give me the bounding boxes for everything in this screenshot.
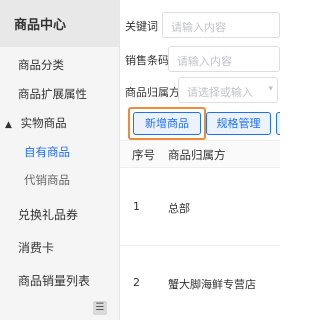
owner-placeholder: 请选择或输入 [187,86,253,99]
expanded-triangle-icon: ▲ [5,120,12,130]
row-owner: 蟹大脚海鲜专营店 [168,278,256,291]
more-toolbar-button[interactable] [276,112,280,135]
table-header: 序号 商品归属方 [120,140,280,168]
sidebar-item-label: 代销商品 [24,173,70,187]
barcode-label: 销售条码 [125,54,169,67]
sidebar-item-gift-vouchers[interactable]: 兑换礼品券 [0,206,119,223]
sidebar-item-label: 兑换礼品券 [18,208,79,222]
sidebar-item-physical-goods[interactable]: ▲ 实物商品 [0,115,119,131]
keyword-label: 关键词 [125,20,158,33]
row-owner: 总部 [168,202,190,215]
sidebar-item-sales-list[interactable]: 商品销量列表 [0,272,119,289]
keyword-input[interactable]: 请输入内容 [162,12,280,38]
barcode-input[interactable]: 请输入内容 [168,46,280,72]
table-row[interactable]: 2 蟹大脚海鲜专营店 [120,246,280,320]
sidebar-item-category[interactable]: 商品分类 [0,57,119,73]
sidebar-item-extended-attributes[interactable]: 商品扩展属性 [0,86,119,102]
sidebar-item-own-goods[interactable]: 自有商品 [0,144,119,160]
table-row[interactable]: 1 总部 [120,168,280,246]
row-index: 1 [133,200,140,213]
sidebar: 商品中心 商品分类 商品扩展属性 ▲ 实物商品 自有商品 代销商品 兑换礼品券 … [0,0,120,320]
sidebar-item-consignment-goods[interactable]: 代销商品 [0,172,119,188]
sidebar-item-label: 消费卡 [18,241,55,255]
main-content: 关键词 请输入内容 销售条码 请输入内容 商品归属方 请选择或输入 ▾ 新增商品… [120,0,280,320]
keyword-placeholder: 请输入内容 [171,21,226,34]
owner-select[interactable]: 请选择或输入 ▾ [178,77,278,103]
owner-label: 商品归属方 [125,86,180,99]
sidebar-item-label: 实物商品 [20,116,67,130]
spec-management-button[interactable]: 规格管理 [206,112,271,135]
sidebar-item-consumer-card[interactable]: 消费卡 [0,239,119,256]
sidebar-item-label: 商品分类 [18,58,64,72]
barcode-placeholder: 请输入内容 [177,55,232,68]
row-index: 2 [133,276,140,289]
sidebar-item-label: 自有商品 [24,145,70,159]
sidebar-header: 商品中心 [0,0,119,47]
add-product-button[interactable]: 新增商品 [133,112,201,135]
collapse-menu-icon[interactable]: ☰ [93,301,107,315]
chevron-down-icon: ▾ [268,84,273,94]
sidebar-item-label: 商品销量列表 [18,274,91,288]
column-header-index: 序号 [132,148,155,162]
sidebar-item-label: 商品扩展属性 [18,87,87,101]
column-header-owner: 商品归属方 [168,148,226,162]
